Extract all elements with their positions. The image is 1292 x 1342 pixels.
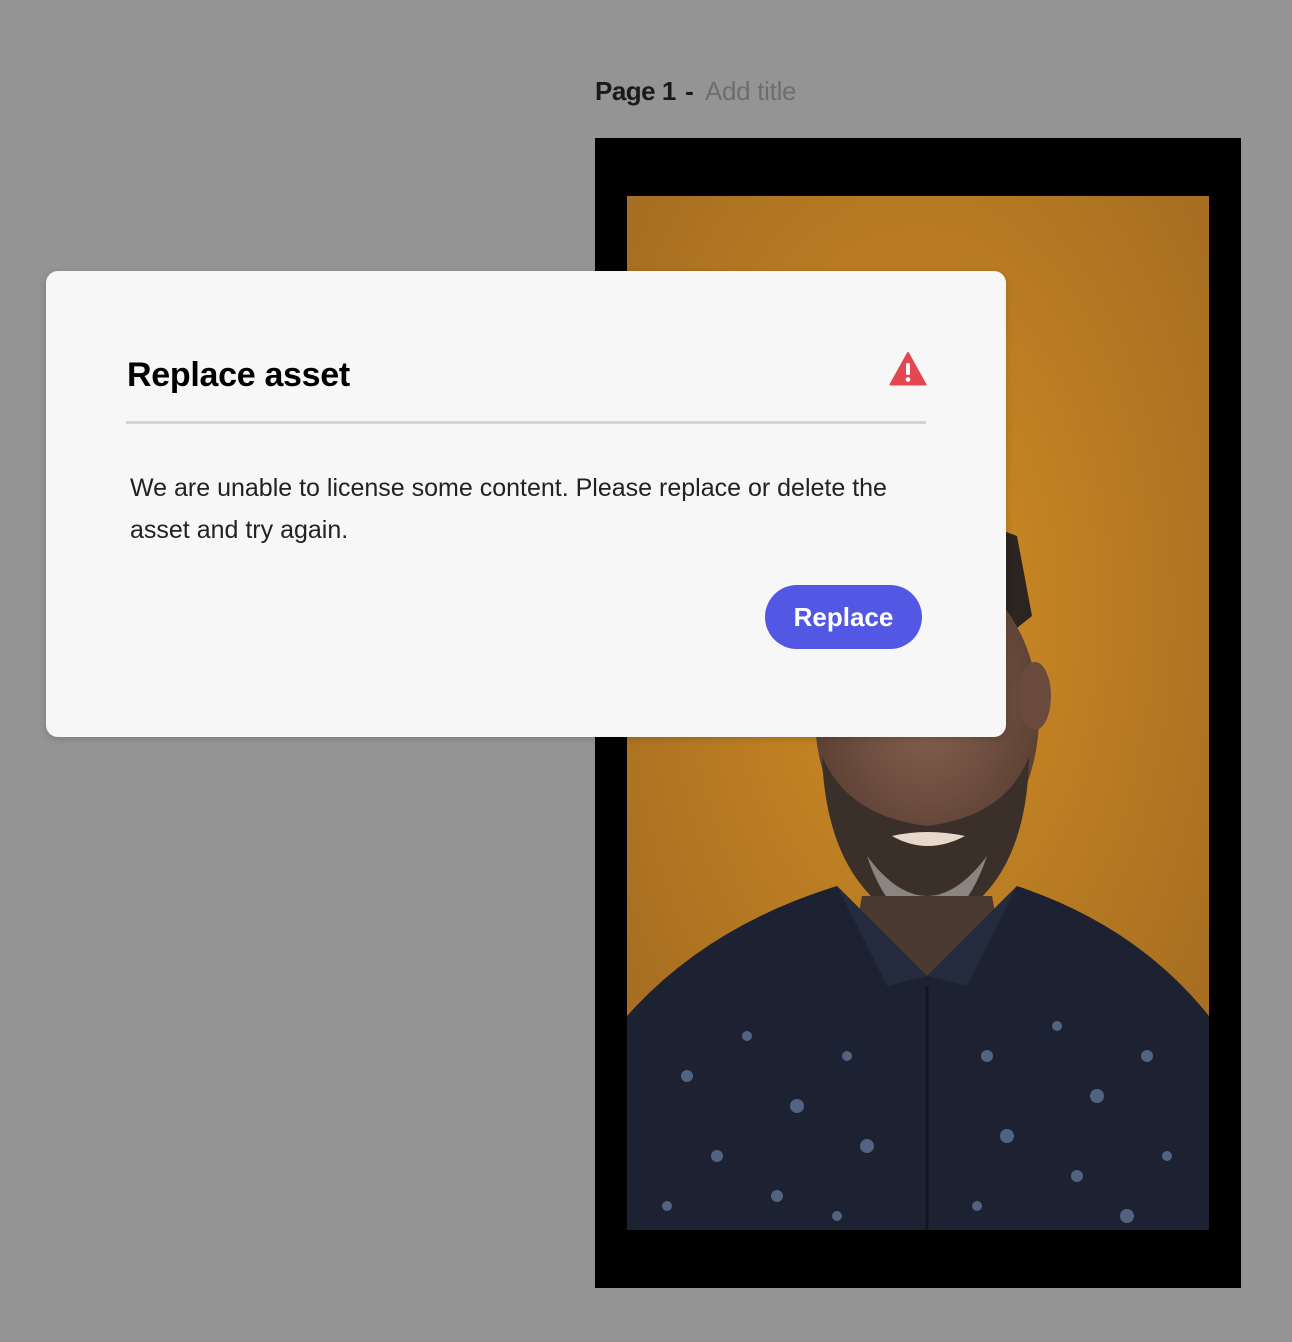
replace-button[interactable]: Replace xyxy=(765,585,922,649)
dialog-title: Replace asset xyxy=(127,356,350,394)
alert-triangle-icon xyxy=(889,352,927,386)
dialog-message: We are unable to license some content. P… xyxy=(130,474,887,544)
page-title-separator: - xyxy=(685,76,694,106)
page-header: Page 1 - Add title xyxy=(595,74,797,108)
page-number-label: Page 1 xyxy=(595,76,676,106)
page-title-input[interactable]: Add title xyxy=(705,76,797,106)
replace-asset-dialog: Replace asset We are unable to license s… xyxy=(46,271,1006,737)
dialog-divider xyxy=(126,421,926,424)
